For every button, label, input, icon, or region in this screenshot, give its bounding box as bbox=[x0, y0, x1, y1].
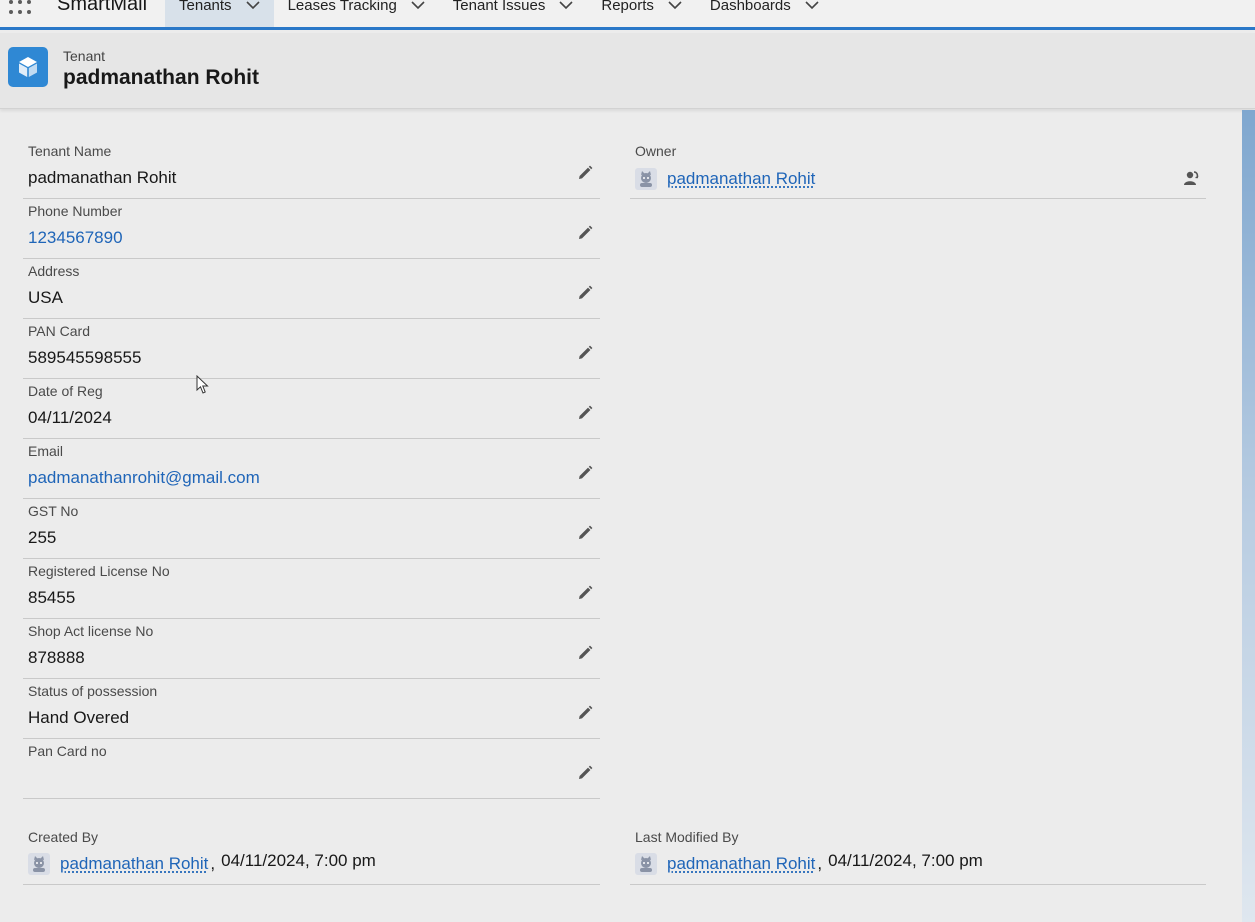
field-label: Registered License No bbox=[28, 563, 170, 579]
field-value: 589545598555 bbox=[28, 348, 142, 367]
nav-tab-label: Tenant Issues bbox=[452, 0, 546, 14]
chevron-down-icon[interactable] bbox=[411, 0, 425, 10]
record-header: Tenant padmanathan Rohit bbox=[0, 33, 1255, 109]
field-label: Last Modified By bbox=[635, 829, 739, 845]
field-label: Tenant Name bbox=[28, 143, 112, 159]
owner-field: Owner padmanathan Rohit bbox=[630, 139, 1206, 199]
object-type-label: Tenant bbox=[63, 48, 106, 64]
pencil-icon[interactable] bbox=[576, 404, 594, 422]
field-label: Status of possession bbox=[28, 683, 158, 699]
field-phone-number: Phone Number 1234567890 bbox=[23, 199, 600, 259]
separator: , bbox=[210, 854, 216, 873]
pencil-icon[interactable] bbox=[576, 764, 594, 782]
separator: , bbox=[817, 854, 823, 873]
field-tenant-name: Tenant Name padmanathan Rohit bbox=[23, 139, 600, 199]
field-label: Owner bbox=[635, 143, 677, 159]
last-modified-by-field: Last Modified By padmanathan Rohit , 04/… bbox=[630, 825, 1206, 885]
pencil-icon[interactable] bbox=[576, 464, 594, 482]
field-label: Address bbox=[28, 263, 80, 279]
field-registered-license-no: Registered License No 85455 bbox=[23, 559, 600, 619]
nav-tab-tenants[interactable]: Tenants bbox=[165, 0, 274, 27]
field-label: PAN Card bbox=[28, 323, 90, 339]
field-value: 04/11/2024 bbox=[28, 408, 112, 427]
field-label: Phone Number bbox=[28, 203, 123, 219]
cube-icon bbox=[8, 47, 48, 87]
pencil-icon[interactable] bbox=[576, 284, 594, 302]
last-modified-by-value: padmanathan Rohit , 04/11/2024, 7:00 pm bbox=[635, 851, 983, 875]
change-owner-icon[interactable] bbox=[1182, 169, 1200, 187]
owner-link[interactable]: padmanathan Rohit bbox=[667, 169, 815, 189]
avatar[interactable] bbox=[28, 853, 50, 875]
chevron-down-icon[interactable] bbox=[559, 0, 573, 10]
nav-tab-label: Reports bbox=[601, 0, 654, 14]
field-value: 255 bbox=[28, 528, 57, 547]
nav-tab-dashboards[interactable]: Dashboards bbox=[696, 0, 833, 27]
field-pan-card-no: Pan Card no bbox=[23, 739, 600, 799]
nav-tab-label: Tenants bbox=[179, 0, 232, 14]
mouse-cursor-icon bbox=[196, 375, 209, 394]
created-date: 04/11/2024, 7:00 pm bbox=[221, 851, 376, 870]
field-value: USA bbox=[28, 288, 63, 307]
field-address: Address USA bbox=[23, 259, 600, 319]
avatar[interactable] bbox=[635, 168, 657, 190]
field-value: 85455 bbox=[28, 588, 76, 607]
nav-tab-tenant-issues[interactable]: Tenant Issues bbox=[439, 0, 588, 27]
field-date-of-reg: Date of Reg 04/11/2024 bbox=[23, 379, 600, 439]
avatar[interactable] bbox=[635, 853, 657, 875]
owner-value: padmanathan Rohit bbox=[635, 168, 815, 190]
field-label: Shop Act license No bbox=[28, 623, 154, 639]
background-strip bbox=[1242, 110, 1255, 922]
chevron-down-icon[interactable] bbox=[245, 0, 260, 10]
pencil-icon[interactable] bbox=[576, 344, 594, 362]
chevron-down-icon[interactable] bbox=[805, 0, 819, 10]
field-email: Email padmanathanrohit@gmail.com bbox=[23, 439, 600, 499]
field-label: Email bbox=[28, 443, 64, 459]
field-value[interactable]: 1234567890 bbox=[28, 228, 123, 248]
field-gst-no: GST No 255 bbox=[23, 499, 600, 559]
created-by-value: padmanathan Rohit , 04/11/2024, 7:00 pm bbox=[28, 851, 376, 875]
field-label: Pan Card no bbox=[28, 743, 107, 759]
last-modified-date: 04/11/2024, 7:00 pm bbox=[828, 851, 983, 870]
page-title: padmanathan Rohit bbox=[63, 66, 260, 89]
nav-tab-label: Leases Tracking bbox=[287, 0, 397, 14]
field-shop-act-license-no: Shop Act license No 878888 bbox=[23, 619, 600, 679]
pencil-icon[interactable] bbox=[576, 644, 594, 662]
chevron-down-icon[interactable] bbox=[668, 0, 682, 10]
pencil-icon[interactable] bbox=[576, 524, 594, 542]
created-by-link[interactable]: padmanathan Rohit bbox=[60, 854, 208, 874]
created-by-field: Created By padmanathan Rohit , 04/11/202… bbox=[23, 825, 600, 885]
pencil-icon[interactable] bbox=[576, 164, 594, 182]
field-status-of-possession: Status of possession Hand Overed bbox=[23, 679, 600, 739]
nav-tab-label: Dashboards bbox=[709, 0, 791, 14]
pencil-icon[interactable] bbox=[576, 584, 594, 602]
app-name: SmartMall bbox=[57, 0, 148, 15]
pencil-icon[interactable] bbox=[576, 704, 594, 722]
field-label: Date of Reg bbox=[28, 383, 103, 399]
last-modified-by-link[interactable]: padmanathan Rohit bbox=[667, 854, 815, 874]
field-value: padmanathan Rohit bbox=[28, 168, 177, 187]
field-value: 878888 bbox=[28, 648, 85, 667]
nav-tab-reports[interactable]: Reports bbox=[587, 0, 696, 27]
app-launcher-icon[interactable] bbox=[9, 0, 35, 16]
field-value[interactable]: padmanathanrohit@gmail.com bbox=[28, 468, 260, 488]
global-nav-bar: SmartMall Tenants Leases Tracking Tenant… bbox=[0, 0, 1255, 30]
nav-tab-leases-tracking[interactable]: Leases Tracking bbox=[274, 0, 439, 27]
field-label: Created By bbox=[28, 829, 99, 845]
field-pan-card: PAN Card 589545598555 bbox=[23, 319, 600, 379]
field-label: GST No bbox=[28, 503, 79, 519]
field-value: Hand Overed bbox=[28, 708, 130, 727]
pencil-icon[interactable] bbox=[576, 224, 594, 242]
